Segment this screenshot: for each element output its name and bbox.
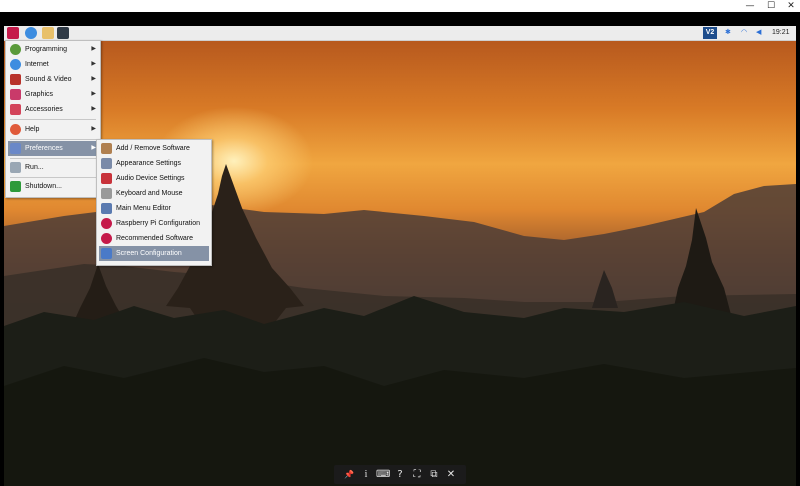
raspberry-icon (101, 218, 112, 229)
menu-item-recommended-software[interactable]: Recommended Software (99, 231, 209, 246)
programming-icon (10, 44, 21, 55)
globe-icon[interactable] (25, 27, 37, 39)
menu-separator (10, 177, 96, 178)
sound-video-icon (10, 74, 21, 85)
menu-separator (10, 139, 96, 140)
audio-mixer-icon (101, 173, 112, 184)
graphics-icon (10, 89, 21, 100)
help-icon[interactable]: ? (393, 465, 407, 484)
vnc-tray-icon[interactable]: V2 (703, 27, 717, 39)
minimize-button[interactable]: — (741, 0, 759, 12)
menu-item-run[interactable]: Run... (8, 160, 98, 175)
keyboard-icon[interactable]: ⌨ (376, 465, 390, 484)
menu-item-label: Main Menu Editor (116, 205, 171, 212)
fullscreen-icon[interactable]: ⛶ (410, 465, 424, 484)
viewer-titlebar: — ☐ ✕ (0, 0, 800, 12)
menu-item-label: Programming (25, 46, 68, 53)
menu-item-audio-device-settings[interactable]: Audio Device Settings (99, 171, 209, 186)
menu-item-raspberry-pi-configuration[interactable]: Raspberry Pi Configuration (99, 216, 209, 231)
chevron-right-icon: ▶ (91, 46, 96, 52)
viewer-toolbar: 📌 i ⌨ ? ⛶ ⧉ ✕ (334, 465, 466, 484)
monitor-icon (101, 248, 112, 259)
maximize-button[interactable]: ☐ (762, 0, 780, 12)
info-icon[interactable]: i (359, 465, 373, 484)
application-menu: Programming ▶ Internet ▶ Sound & Video ▶… (5, 40, 101, 198)
clock[interactable]: 19:21 (772, 26, 790, 40)
menu-item-label: Help (25, 126, 40, 133)
chevron-right-icon: ▶ (91, 91, 96, 97)
menu-editor-icon (101, 203, 112, 214)
preferences-icon (10, 143, 21, 154)
terminal-icon[interactable] (57, 27, 69, 39)
folder-icon[interactable] (42, 27, 54, 39)
keyboard-icon (101, 188, 112, 199)
chevron-right-icon: ▶ (91, 61, 96, 67)
menu-item-preferences[interactable]: Preferences ▶ (8, 141, 98, 156)
bluetooth-icon[interactable]: ✱ (725, 26, 731, 40)
chevron-right-icon: ▶ (91, 106, 96, 112)
accessories-icon (10, 104, 21, 115)
menu-separator (10, 119, 96, 120)
close-window-button[interactable]: ✕ (782, 0, 800, 12)
menu-item-graphics[interactable]: Graphics ▶ (8, 87, 98, 102)
menu-item-main-menu-editor[interactable]: Main Menu Editor (99, 201, 209, 216)
run-icon (10, 162, 21, 173)
menu-item-label: Add / Remove Software (116, 145, 190, 152)
shutdown-icon (10, 181, 21, 192)
menu-item-programming[interactable]: Programming ▶ (8, 42, 98, 57)
menu-item-label: Audio Device Settings (116, 175, 185, 182)
chevron-right-icon: ▶ (91, 76, 96, 82)
menu-item-screen-configuration[interactable]: Screen Configuration (99, 246, 209, 261)
chevron-right-icon: ▶ (91, 126, 96, 132)
internet-icon (10, 59, 21, 70)
menu-item-shutdown[interactable]: Shutdown... (8, 179, 98, 194)
menu-item-label: Screen Configuration (116, 250, 182, 257)
menu-separator (10, 158, 96, 159)
menu-item-label: Shutdown... (25, 183, 62, 190)
menu-item-label: Run... (25, 164, 44, 171)
raspberry-icon (101, 233, 112, 244)
menu-item-sound-video[interactable]: Sound & Video ▶ (8, 72, 98, 87)
preferences-submenu: Add / Remove Software Appearance Setting… (96, 139, 212, 266)
menu-item-label: Keyboard and Mouse (116, 190, 183, 197)
menu-item-label: Preferences (25, 145, 63, 152)
menu-item-label: Internet (25, 61, 49, 68)
menu-item-label: Accessories (25, 106, 63, 113)
raspberry-menu-icon[interactable] (7, 27, 19, 39)
menu-item-internet[interactable]: Internet ▶ (8, 57, 98, 72)
menu-item-add-remove-software[interactable]: Add / Remove Software (99, 141, 209, 156)
desktop: V2 ✱ ◠ ◀ 19:21 Programming ▶ Internet ▶ … (4, 26, 796, 486)
menu-item-label: Sound & Video (25, 76, 72, 83)
menu-item-appearance-settings[interactable]: Appearance Settings (99, 156, 209, 171)
volume-icon[interactable]: ◀ (756, 26, 761, 40)
menu-item-keyboard-mouse[interactable]: Keyboard and Mouse (99, 186, 209, 201)
appearance-icon (101, 158, 112, 169)
taskbar: V2 ✱ ◠ ◀ 19:21 (4, 26, 796, 41)
close-icon[interactable]: ✕ (444, 465, 458, 484)
viewer-header-bar (0, 12, 800, 26)
menu-item-label: Appearance Settings (116, 160, 181, 167)
menu-item-label: Raspberry Pi Configuration (116, 220, 201, 227)
menu-item-accessories[interactable]: Accessories ▶ (8, 102, 98, 117)
wifi-icon[interactable]: ◠ (741, 26, 747, 40)
pin-icon[interactable]: 📌 (342, 465, 356, 484)
menu-item-label: Graphics (25, 91, 54, 98)
package-icon (101, 143, 112, 154)
scale-icon[interactable]: ⧉ (427, 465, 441, 484)
help-icon (10, 124, 21, 135)
menu-item-help[interactable]: Help ▶ (8, 122, 98, 137)
menu-item-label: Recommended Software (116, 235, 194, 242)
